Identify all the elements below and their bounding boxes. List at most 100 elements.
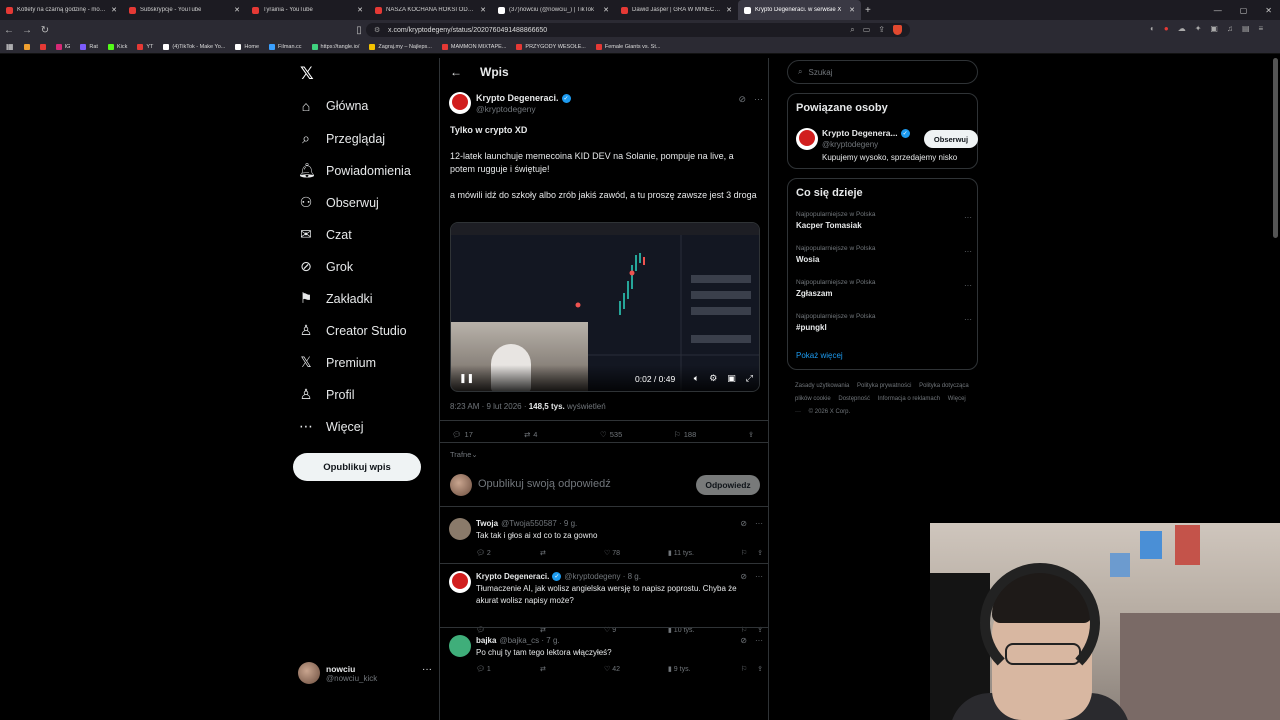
- views-action[interactable]: ▮ 11 tys.: [668, 549, 732, 557]
- nav-item-grok[interactable]: ⊘ Grok: [298, 258, 353, 275]
- follow-button[interactable]: Obserwuj: [924, 130, 978, 148]
- back-arrow-icon[interactable]: ←: [450, 65, 462, 79]
- scrollbar[interactable]: [1273, 58, 1278, 238]
- trend-item[interactable]: Najpopularniejsze w Polska #pungkl ···: [796, 313, 972, 343]
- share-icon[interactable]: ⇪: [757, 549, 763, 557]
- volume-icon[interactable]: 🔈︎: [694, 373, 699, 384]
- reply-avatar[interactable]: [449, 635, 471, 657]
- bookmark-item[interactable]: Filman.cc: [269, 43, 302, 50]
- trend-item[interactable]: Najpopularniejsze w Polska Wosia ···: [796, 245, 972, 275]
- footer-link[interactable]: Dostępność: [838, 396, 870, 402]
- sort-dropdown[interactable]: Trafne⌄: [450, 450, 478, 459]
- fullscreen-icon[interactable]: ⤢: [746, 373, 753, 384]
- more-options-icon[interactable]: ···: [964, 281, 972, 290]
- extension-icon[interactable]: ▣: [1210, 24, 1218, 33]
- tab-close-icon[interactable]: ✕: [234, 6, 240, 14]
- bookmark-item[interactable]: Home: [235, 43, 259, 50]
- more-options-icon[interactable]: ···: [754, 94, 763, 105]
- extension-icon[interactable]: ☁: [1178, 24, 1186, 33]
- reply-action[interactable]: 💬︎ 2: [476, 549, 540, 557]
- repost-action[interactable]: ⇄: [540, 549, 604, 557]
- reply-author-name[interactable]: Krypto Degeneraci.: [476, 572, 549, 581]
- nav-item-more[interactable]: ⋯ Więcej: [298, 418, 364, 435]
- grok-icon[interactable]: ⊘: [740, 636, 747, 645]
- repost-action[interactable]: ⇄ 4: [524, 430, 600, 439]
- browser-tab[interactable]: Kotlety na czarną godzinę - mogą st... ✕: [0, 0, 123, 20]
- media-icon[interactable]: ♫: [1227, 24, 1233, 33]
- reload-icon[interactable]: ↻: [36, 25, 54, 36]
- pause-icon[interactable]: ❚❚: [459, 373, 474, 384]
- footer-link[interactable]: © 2026 X Corp.: [809, 409, 850, 415]
- tab-close-icon[interactable]: ✕: [849, 6, 855, 14]
- picture-in-picture-icon[interactable]: ▣: [727, 373, 736, 384]
- nav-item-explore[interactable]: ⌕ Przeglądaj: [298, 130, 385, 147]
- reply-post[interactable]: Twoja @Twoja550587 · 9 g. ⊘ ··· Tak tak i gł…: [449, 518, 763, 574]
- nav-item-premium[interactable]: 𝕏 Premium: [298, 354, 376, 371]
- reply-action[interactable]: 💬︎ 17: [452, 430, 524, 439]
- reply-input[interactable]: Opublikuj swoją odpowiedź: [478, 478, 611, 490]
- nav-item-creator-studio[interactable]: ♙ Creator Studio: [298, 322, 407, 339]
- post-video[interactable]: ❚❚ 0:02 / 0:49 🔈︎ ⚙ ▣ ⤢: [450, 222, 760, 392]
- bookmark-item[interactable]: YT: [137, 43, 153, 50]
- more-options-icon[interactable]: ···: [964, 213, 972, 222]
- tab-close-icon[interactable]: ✕: [480, 6, 486, 14]
- maximize-icon[interactable]: ▢: [1240, 6, 1248, 15]
- grok-icon[interactable]: ⊘: [740, 572, 747, 581]
- nav-item-home[interactable]: ⌂ Główna: [298, 98, 369, 114]
- browser-tab[interactable]: Krypto Degeneraci. w serwisie X ✕: [738, 0, 861, 20]
- more-options-icon[interactable]: ···: [964, 315, 972, 324]
- publish-post-button[interactable]: Opublikuj wpis: [293, 453, 421, 481]
- browser-tab[interactable]: Tyrainia - YouTube ✕: [246, 0, 369, 20]
- menu-icon[interactable]: ≡: [1259, 24, 1264, 33]
- nav-item-notifications[interactable]: 🔔︎ Powiadomienia: [298, 162, 411, 179]
- bookmark-item[interactable]: MAMMON MIXTAPE...: [441, 43, 506, 50]
- reply-author-name[interactable]: Twoja: [476, 519, 498, 528]
- like-action[interactable]: ♡ 535: [600, 430, 674, 439]
- browser-tab[interactable]: Subskrypcje - YouTube ✕: [123, 0, 246, 20]
- footer-link[interactable]: Zasady użytkowania: [795, 383, 849, 389]
- site-info-icon[interactable]: ⚙: [374, 26, 380, 34]
- reply-author-name[interactable]: bajka: [476, 636, 496, 645]
- close-window-icon[interactable]: ✕: [1265, 6, 1272, 15]
- apps-grid-icon[interactable]: ▦: [6, 42, 14, 51]
- reply-avatar[interactable]: [449, 571, 471, 593]
- footer-link[interactable]: Polityka prywatności: [857, 383, 911, 389]
- reply-post[interactable]: bajka @bajka_cs · 7 g. ⊘ ··· Po chuj ty tam …: [449, 635, 763, 691]
- related-person[interactable]: Krypto Degenera... ✓ @kryptodegeny Kupuje…: [796, 126, 978, 166]
- tab-close-icon[interactable]: ✕: [726, 6, 732, 14]
- nav-item-follow[interactable]: ⚇ Obserwuj: [298, 194, 379, 211]
- extension-icon[interactable]: ✦: [1195, 24, 1202, 33]
- bookmark-item[interactable]: Rat: [80, 43, 98, 50]
- more-options-icon[interactable]: ···: [755, 519, 763, 528]
- x-logo-icon[interactable]: 𝕏: [300, 64, 314, 84]
- grok-icon[interactable]: ⊘: [738, 94, 746, 105]
- grok-icon[interactable]: ⊘: [740, 519, 747, 528]
- reply-action[interactable]: 💬︎ 1: [476, 665, 540, 673]
- more-options-icon[interactable]: ···: [755, 572, 763, 581]
- wallet-icon[interactable]: ▤: [1242, 24, 1250, 33]
- author-handle[interactable]: @kryptodegeny: [476, 104, 536, 114]
- heart-action[interactable]: ♡ 78: [604, 549, 668, 557]
- reply-avatar[interactable]: [449, 518, 471, 540]
- nav-item-bookmarks[interactable]: ⚑ Zakładki: [298, 290, 373, 307]
- new-tab-button[interactable]: +: [865, 5, 871, 16]
- bookmark-item[interactable]: Female Giants vs. St...: [595, 43, 660, 50]
- bookmark-item[interactable]: IG: [55, 43, 70, 50]
- tab-close-icon[interactable]: ✕: [357, 6, 363, 14]
- nav-item-chat[interactable]: ✉ Czat: [298, 226, 352, 243]
- views-action[interactable]: ▮ 9 tys.: [668, 665, 732, 673]
- bookmark-item[interactable]: [23, 43, 30, 50]
- reply-submit-button[interactable]: Odpowiedz: [696, 475, 760, 495]
- tab-close-icon[interactable]: ✕: [603, 6, 609, 14]
- trend-item[interactable]: Najpopularniejsze w Polska Kacper Tomasia…: [796, 211, 972, 241]
- more-dots-icon[interactable]: ···: [422, 664, 432, 675]
- share-action[interactable]: ⇪: [748, 430, 754, 439]
- share-icon[interactable]: ⇪: [878, 25, 885, 35]
- url-field[interactable]: ⚙ x.com/kryptodegeny/status/202076049148…: [366, 23, 910, 37]
- minimize-icon[interactable]: —: [1214, 6, 1222, 15]
- screenshot-icon[interactable]: ▭: [863, 25, 871, 35]
- more-options-icon[interactable]: ···: [755, 636, 763, 645]
- settings-icon[interactable]: ⚙: [709, 373, 717, 384]
- bookmark-action[interactable]: ⚐ 188: [674, 430, 748, 439]
- forward-nav-icon[interactable]: →: [18, 25, 36, 36]
